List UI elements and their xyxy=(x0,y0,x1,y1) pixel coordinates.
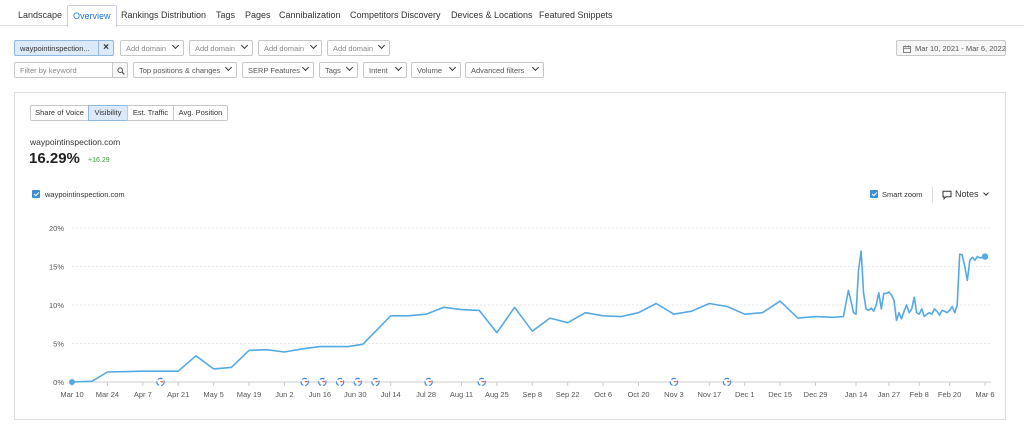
x-tick-label: Jul 28 xyxy=(416,390,436,399)
series-line xyxy=(71,250,986,383)
x-tick-label: Sep 22 xyxy=(556,390,580,399)
google-icon[interactable] xyxy=(335,377,345,387)
google-icon[interactable] xyxy=(722,377,732,387)
chart-grid xyxy=(72,227,991,383)
x-tick-label: Jan 27 xyxy=(878,390,901,399)
x-tick-label: May 5 xyxy=(203,390,223,399)
x-tick-label: Nov 3 xyxy=(664,390,684,399)
x-tick-label: Dec 29 xyxy=(804,390,828,399)
x-tick-label: Aug 25 xyxy=(485,390,509,399)
x-tick-label: Dec 15 xyxy=(768,390,792,399)
x-tick-label: Apr 21 xyxy=(167,390,189,399)
series-end-point xyxy=(981,253,989,260)
y-axis: 0% 5% 10% 15% 20% xyxy=(49,224,64,387)
x-tick-label: Jun 16 xyxy=(309,390,332,399)
x-tick-label: May 19 xyxy=(237,390,262,399)
x-tick-label: Jun 30 xyxy=(344,390,367,399)
x-tick-label: Dec 1 xyxy=(735,390,755,399)
x-tick-label: Aug 11 xyxy=(450,390,473,399)
x-tick-label: Jul 14 xyxy=(381,390,401,399)
series-layer xyxy=(69,250,989,385)
google-icon[interactable] xyxy=(371,377,380,387)
x-tick-label: Feb 8 xyxy=(910,390,929,399)
series-start-point xyxy=(69,379,75,385)
x-axis: Mar 10 Mar 24 Apr 7 Apr 21 May 5 May 19 Jun 2 J… xyxy=(60,382,995,399)
x-tick-label: Mar 24 xyxy=(96,390,119,399)
x-tick-label: Oct 20 xyxy=(627,390,649,399)
y-tick-label: 0% xyxy=(53,378,64,387)
google-icon[interactable] xyxy=(424,377,433,387)
x-tick-label: Jan 14 xyxy=(845,390,868,399)
x-tick-label: Sep 8 xyxy=(522,390,542,399)
google-icon[interactable] xyxy=(318,377,327,387)
y-tick-label: 5% xyxy=(53,340,64,349)
y-tick-label: 15% xyxy=(49,263,64,272)
x-tick-label: Mar 6 xyxy=(975,390,994,399)
google-icon[interactable] xyxy=(300,377,309,387)
google-icon[interactable] xyxy=(353,377,362,387)
y-tick-label: 20% xyxy=(49,224,64,233)
visibility-chart: 0% 5% 10% 15% 20% Mar 10 Mar 24 Apr 7 Apr 21 May… xyxy=(49,224,995,399)
google-icon[interactable] xyxy=(156,377,165,387)
google-icon[interactable] xyxy=(477,377,486,387)
y-tick-label: 10% xyxy=(49,301,64,310)
x-tick-label: Nov 17 xyxy=(697,390,721,399)
x-tick-label: Jun 2 xyxy=(275,390,293,399)
x-tick-label: Apr 7 xyxy=(134,390,152,399)
google-icon[interactable] xyxy=(669,377,679,387)
x-tick-label: Feb 20 xyxy=(938,390,961,399)
x-tick-label: Oct 6 xyxy=(594,390,612,399)
x-tick-label: Mar 10 xyxy=(60,390,83,399)
